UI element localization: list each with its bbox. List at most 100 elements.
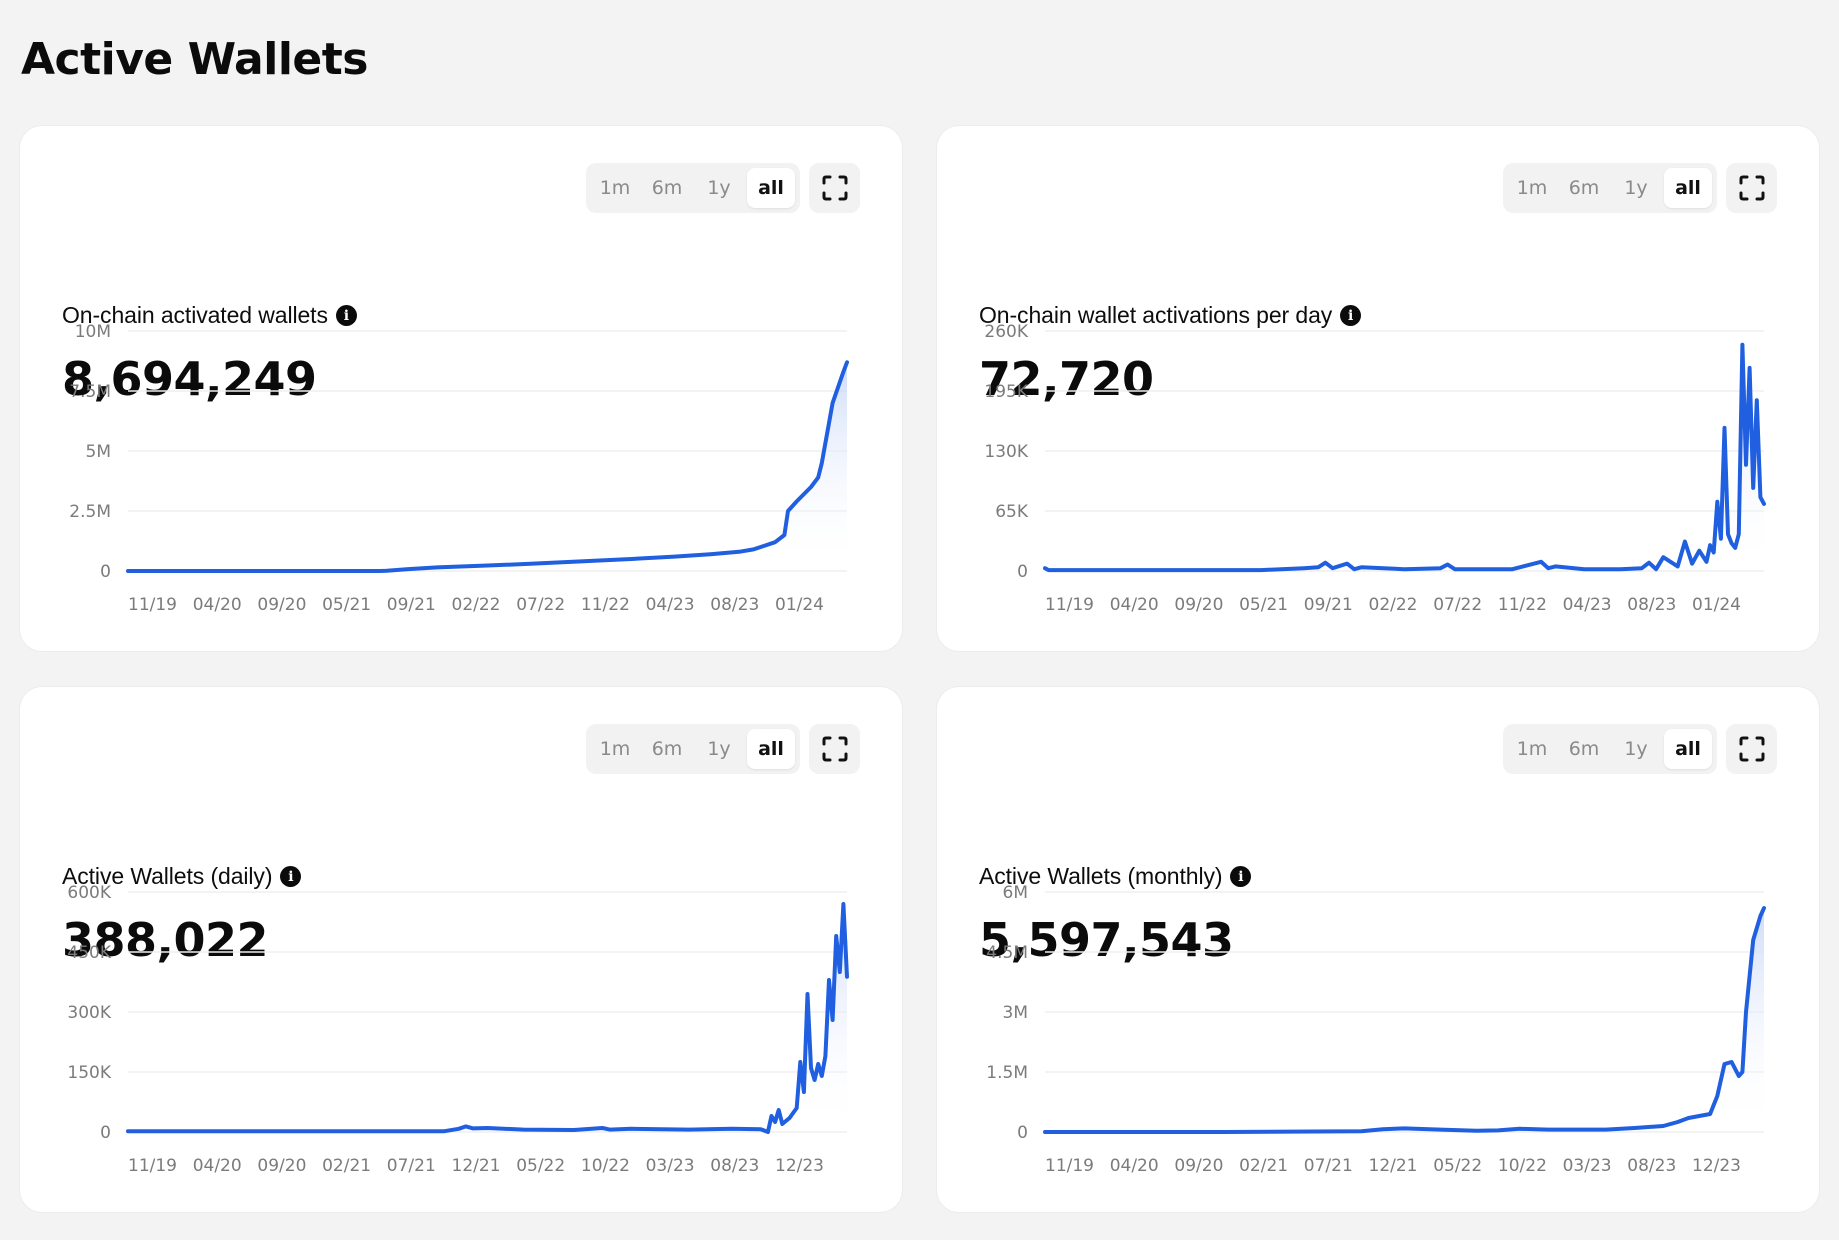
range-selector: 1m 6m 1y all [586, 163, 800, 213]
range-option-1y[interactable]: 1y [1612, 729, 1660, 769]
fullscreen-button[interactable] [809, 163, 860, 213]
range-option-1y[interactable]: 1y [1612, 168, 1660, 208]
x-tick-label: 09/20 [257, 595, 306, 615]
info-icon[interactable]: i [280, 866, 302, 887]
range-option-1m[interactable]: 1m [1508, 729, 1556, 769]
metric-value: 5,597,543 [979, 913, 1234, 967]
x-tick-label: 01/24 [1692, 595, 1741, 615]
x-tick-label: 02/22 [1369, 595, 1418, 615]
x-tick-label: 10/22 [1498, 1156, 1547, 1176]
chart-card-1: On-chain activated wallets i 8,694,249 1… [20, 126, 902, 651]
chart-controls: 1m 6m 1y all [586, 163, 860, 213]
chart-card-4: Active Wallets (monthly) i 5,597,543 1m 6… [937, 687, 1819, 1212]
y-tick-label: 130K [984, 442, 1028, 462]
y-tick-label: 300K [67, 1003, 111, 1023]
metric-value: 72,720 [979, 352, 1154, 406]
y-tick-label: 3M [1003, 1003, 1028, 1023]
x-tick-label: 08/23 [1627, 595, 1676, 615]
x-tick-label: 04/20 [1110, 1156, 1159, 1176]
info-icon[interactable]: i [1230, 866, 1252, 887]
fullscreen-icon [822, 175, 847, 201]
x-tick-label: 09/20 [257, 1156, 306, 1176]
x-tick-label: 07/22 [1433, 595, 1482, 615]
range-option-1m[interactable]: 1m [591, 168, 639, 208]
x-tick-label: 02/21 [1239, 1156, 1288, 1176]
fullscreen-icon [822, 736, 847, 762]
range-option-1m[interactable]: 1m [591, 729, 639, 769]
x-tick-label: 12/23 [1692, 1156, 1741, 1176]
x-tick-label: 08/23 [710, 1156, 759, 1176]
x-tick-label: 12/21 [1369, 1156, 1418, 1176]
range-option-6m[interactable]: 6m [643, 168, 691, 208]
fullscreen-button[interactable] [1726, 163, 1777, 213]
x-tick-label: 04/20 [193, 595, 242, 615]
range-option-1m[interactable]: 1m [1508, 168, 1556, 208]
card-title: On-chain activated wallets [62, 302, 328, 328]
range-option-all[interactable]: all [1664, 168, 1712, 208]
x-tick-label: 12/21 [452, 1156, 501, 1176]
range-selector: 1m 6m 1y all [1503, 163, 1717, 213]
range-option-all[interactable]: all [747, 729, 795, 769]
x-tick-label: 01/24 [775, 595, 824, 615]
info-icon[interactable]: i [335, 305, 357, 326]
chart-controls: 1m 6m 1y all [586, 724, 860, 774]
y-tick-label: 150K [67, 1063, 111, 1083]
range-option-all[interactable]: all [747, 168, 795, 208]
card-title: Active Wallets (monthly) [979, 863, 1223, 889]
fullscreen-icon [1739, 175, 1764, 201]
range-selector: 1m 6m 1y all [1503, 724, 1717, 774]
x-tick-label: 09/20 [1174, 595, 1223, 615]
x-tick-label: 04/23 [1563, 595, 1612, 615]
x-tick-label: 05/22 [1433, 1156, 1482, 1176]
range-option-6m[interactable]: 6m [1560, 729, 1608, 769]
x-tick-label: 11/19 [1045, 1156, 1094, 1176]
y-tick-label: 2.5M [69, 502, 111, 522]
x-tick-label: 09/21 [387, 595, 436, 615]
info-icon[interactable]: i [1340, 305, 1362, 326]
x-tick-label: 09/21 [1304, 595, 1353, 615]
x-tick-label: 03/23 [1563, 1156, 1612, 1176]
fullscreen-icon [1739, 736, 1764, 762]
x-tick-label: 11/19 [128, 595, 177, 615]
range-option-6m[interactable]: 6m [1560, 168, 1608, 208]
chart-controls: 1m 6m 1y all [1503, 724, 1777, 774]
metric-value: 388,022 [62, 913, 269, 967]
y-tick-label: 0 [1017, 562, 1028, 582]
chart-card-2: On-chain wallet activations per day i 72… [937, 126, 1819, 651]
x-tick-label: 11/19 [1045, 595, 1094, 615]
card-title: On-chain wallet activations per day [979, 302, 1333, 328]
x-tick-label: 11/22 [581, 595, 630, 615]
y-tick-label: 0 [1017, 1123, 1028, 1143]
y-tick-label: 0 [100, 1123, 111, 1143]
range-option-1y[interactable]: 1y [695, 729, 743, 769]
x-tick-label: 03/23 [646, 1156, 695, 1176]
x-tick-label: 04/23 [646, 595, 695, 615]
x-tick-label: 07/21 [1304, 1156, 1353, 1176]
x-tick-label: 09/20 [1174, 1156, 1223, 1176]
fullscreen-button[interactable] [809, 724, 860, 774]
metric-value: 8,694,249 [62, 352, 317, 406]
page-title: Active Wallets [21, 34, 368, 85]
x-tick-label: 02/21 [322, 1156, 371, 1176]
x-tick-label: 10/22 [581, 1156, 630, 1176]
x-tick-label: 12/23 [775, 1156, 824, 1176]
x-tick-label: 05/22 [516, 1156, 565, 1176]
x-tick-label: 04/20 [193, 1156, 242, 1176]
x-tick-label: 07/21 [387, 1156, 436, 1176]
y-tick-label: 65K [995, 502, 1029, 522]
chart-card-3: Active Wallets (daily) i 388,022 1m 6m 1y a… [20, 687, 902, 1212]
fullscreen-button[interactable] [1726, 724, 1777, 774]
range-option-1y[interactable]: 1y [695, 168, 743, 208]
range-option-all[interactable]: all [1664, 729, 1712, 769]
x-tick-label: 08/23 [710, 595, 759, 615]
y-tick-label: 5M [86, 442, 111, 462]
y-tick-label: 1.5M [986, 1063, 1028, 1083]
x-tick-label: 05/21 [322, 595, 371, 615]
x-tick-label: 11/19 [128, 1156, 177, 1176]
x-tick-label: 08/23 [1627, 1156, 1676, 1176]
range-option-6m[interactable]: 6m [643, 729, 691, 769]
x-tick-label: 07/22 [516, 595, 565, 615]
x-tick-label: 05/21 [1239, 595, 1288, 615]
card-title: Active Wallets (daily) [62, 863, 273, 889]
y-tick-label: 0 [100, 562, 111, 582]
